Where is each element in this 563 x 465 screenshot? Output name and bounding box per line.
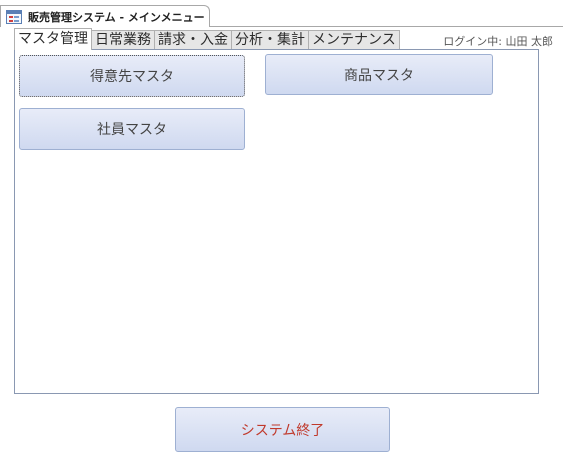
master-management-panel: 得意先マスタ 商品マスタ 社員マスタ xyxy=(14,49,539,394)
tab-daily-operations[interactable]: 日常業務 xyxy=(91,30,155,50)
document-tab-title: 販売管理システム - メインメニュー xyxy=(28,10,205,24)
module-tab-bar: マスタ管理 日常業務 請求・入金 分析・集計 メンテナンス xyxy=(14,28,400,50)
system-exit-button[interactable]: システム終了 xyxy=(175,407,390,452)
tab-maintenance[interactable]: メンテナンス xyxy=(308,30,400,50)
document-tab-strip: 販売管理システム - メインメニュー xyxy=(0,0,563,27)
login-status: ログイン中: 山田 太郎 xyxy=(443,35,553,48)
employee-master-button[interactable]: 社員マスタ xyxy=(19,108,245,150)
product-master-button[interactable]: 商品マスタ xyxy=(265,54,493,95)
tab-billing-payment[interactable]: 請求・入金 xyxy=(154,30,232,50)
document-tab-main-menu[interactable]: 販売管理システム - メインメニュー xyxy=(0,5,210,27)
tab-analysis-aggregation[interactable]: 分析・集計 xyxy=(231,30,309,50)
customer-master-button[interactable]: 得意先マスタ xyxy=(19,55,245,97)
tab-master-management[interactable]: マスタ管理 xyxy=(14,28,92,50)
form-icon xyxy=(6,9,22,24)
